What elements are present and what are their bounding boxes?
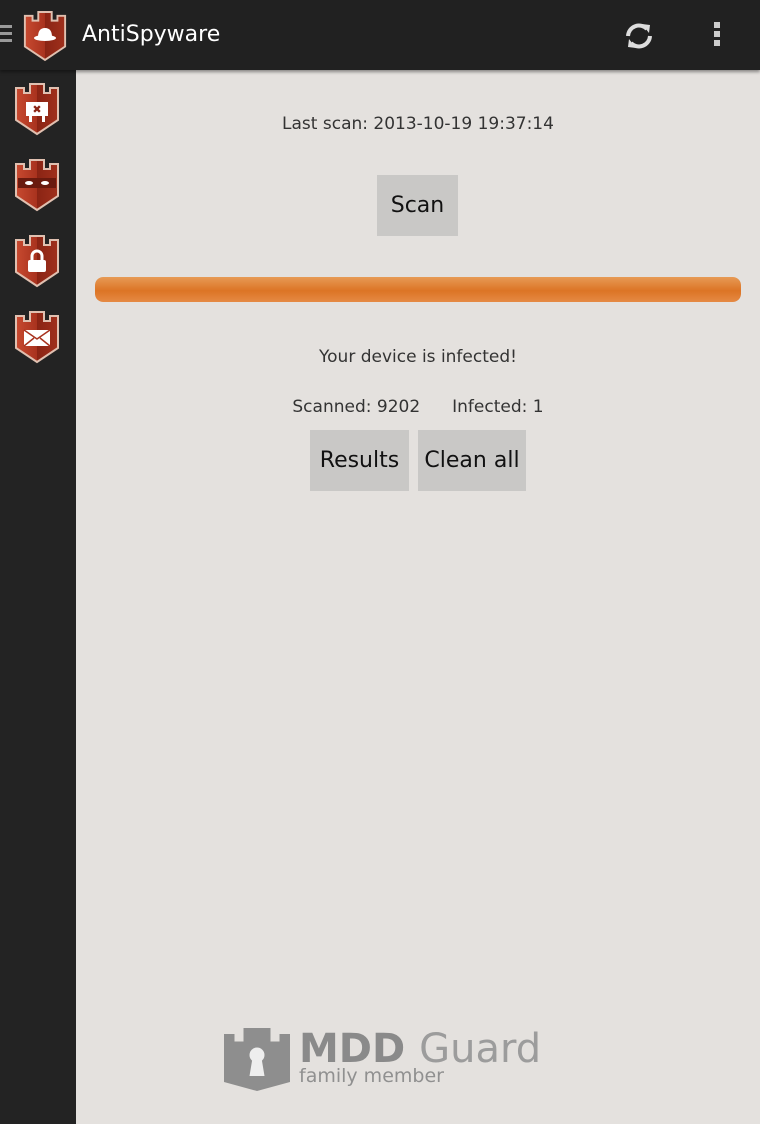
hamburger-icon[interactable] [0, 25, 12, 46]
svg-text:✖: ✖ [32, 103, 41, 116]
scan-progress-fill [95, 277, 741, 302]
sidebar: ✖ [0, 70, 76, 1124]
sidebar-item-privacy[interactable] [13, 156, 61, 212]
sidebar-item-lock[interactable] [13, 232, 61, 288]
more-vert-icon[interactable] [714, 22, 722, 49]
castle-keyhole-icon [224, 1028, 290, 1091]
mdd-guard-logo: MDD Guard family member [221, 1025, 541, 1091]
app-logo-icon[interactable] [22, 7, 68, 63]
sidebar-item-messages[interactable] [13, 308, 61, 364]
logo-brand: MDD Guard [299, 1026, 542, 1072]
infected-count: Infected: 1 [452, 397, 544, 417]
clean-all-button[interactable]: Clean all [418, 430, 526, 491]
scanned-count: Scanned: 9202 [292, 397, 421, 417]
scan-counts: Scanned: 9202 Infected: 1 [76, 397, 760, 417]
sidebar-item-antispyware[interactable]: ✖ [13, 80, 61, 136]
main-content: Last scan: 2013-10-19 19:37:14 Scan Your… [76, 70, 760, 1124]
app-title: AntiSpyware [82, 22, 221, 47]
app-bar: AntiSpyware [0, 0, 760, 70]
scan-button[interactable]: Scan [377, 175, 458, 236]
scan-progress-bar [95, 277, 741, 302]
infection-status: Your device is infected! [319, 347, 517, 367]
results-button[interactable]: Results [310, 430, 409, 491]
refresh-icon[interactable] [622, 19, 656, 53]
last-scan-text: Last scan: 2013-10-19 19:37:14 [282, 114, 554, 134]
